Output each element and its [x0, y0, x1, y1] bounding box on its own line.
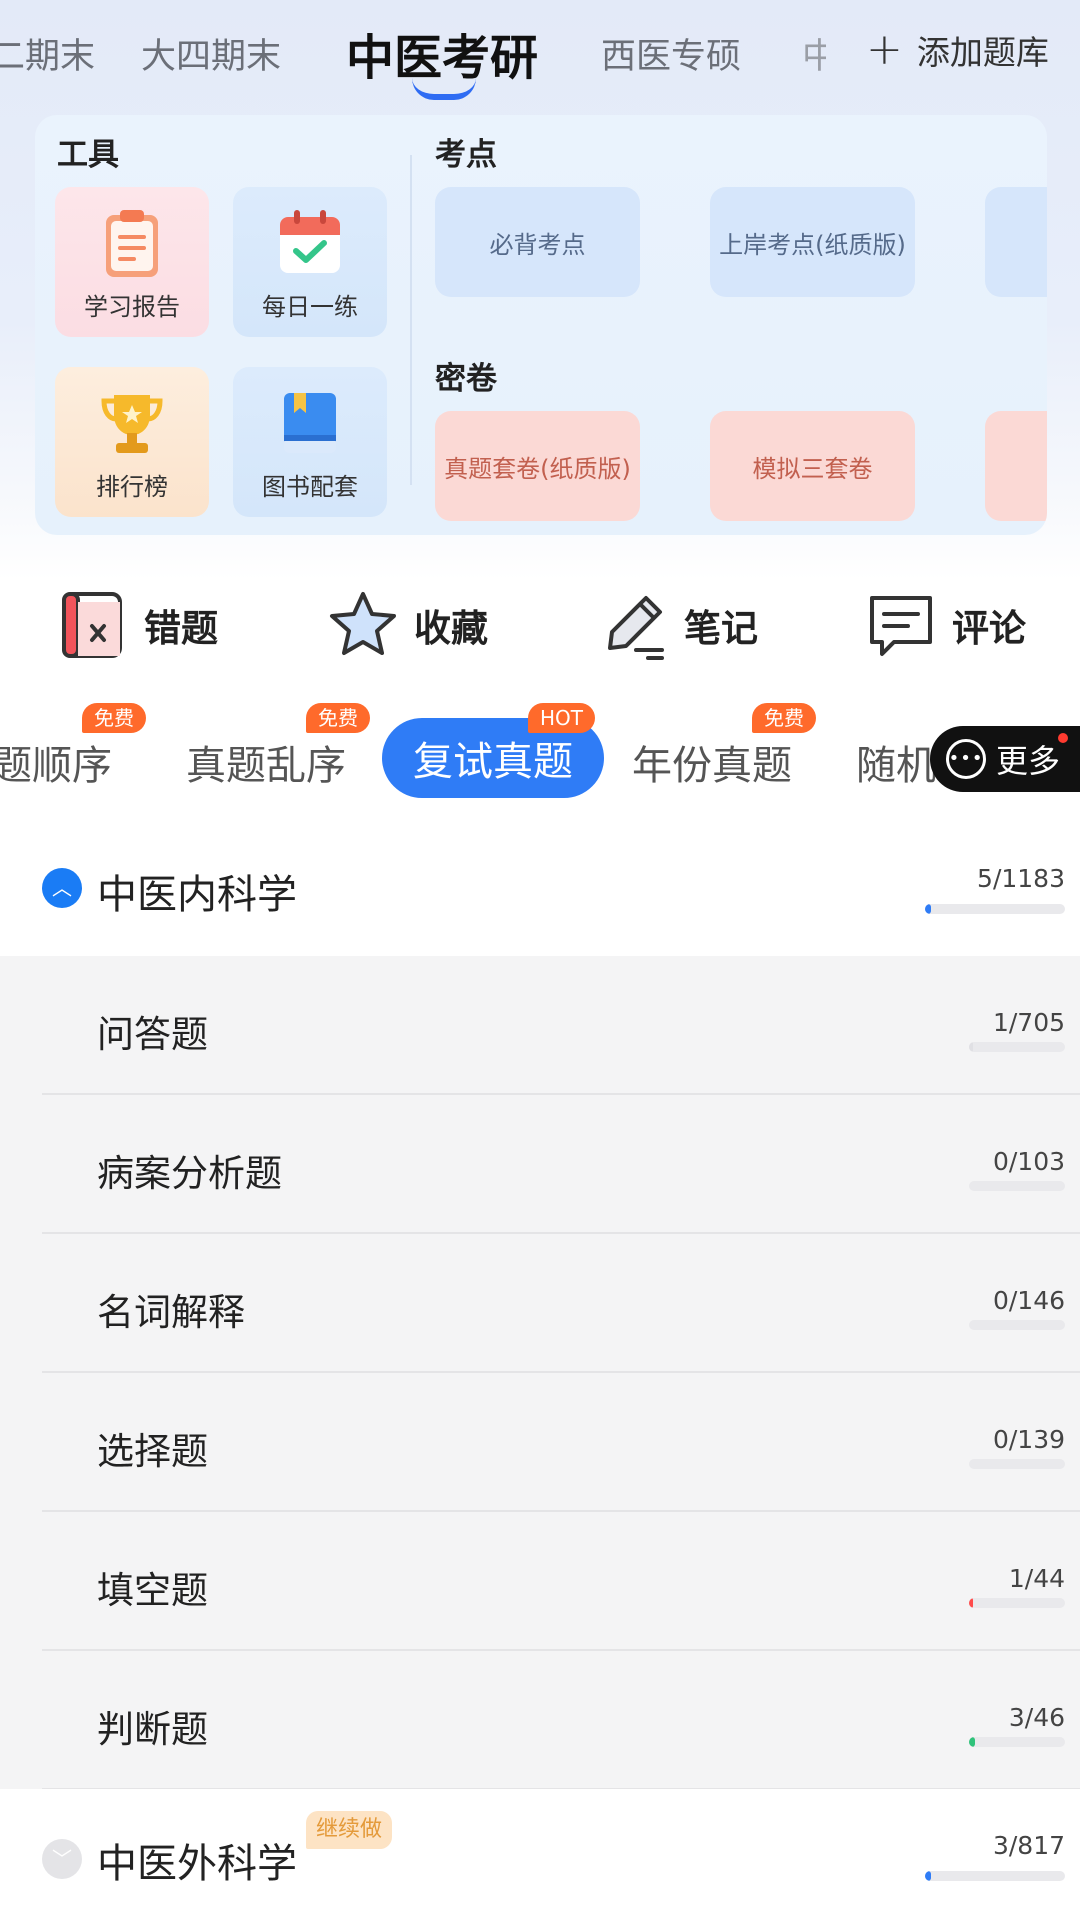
kaodian-title: 考点 [435, 137, 497, 173]
notification-dot [1058, 733, 1068, 743]
add-library-label: 添加题库 [916, 33, 1049, 72]
chip-mock-three[interactable]: 模拟三套卷 [710, 411, 915, 521]
list-item[interactable]: 选择题 0/139 [0, 1373, 1080, 1512]
subitem-title: 病案分析题 [97, 1152, 282, 1195]
hot-badge: HOT [528, 703, 595, 733]
subitem-count: 0/103 [992, 1147, 1065, 1176]
more-dots-icon: ••• [946, 739, 986, 779]
star-icon [330, 592, 396, 655]
subitem-count: 0/139 [992, 1425, 1065, 1454]
chip-partial[interactable] [985, 411, 1047, 521]
calendar-check-icon [280, 210, 340, 273]
chevron-up-icon[interactable]: ︿ [42, 868, 82, 908]
category-tabs: 二期末 大四期末 中医考研 西医专硕 中 + 添加题库 [0, 0, 1080, 110]
subitem-count: 1/705 [992, 1008, 1065, 1037]
chapter-progress [925, 904, 1065, 914]
chip-must-memorize[interactable]: 必背考点 [435, 187, 640, 297]
chip-partial[interactable] [985, 187, 1047, 297]
chapter-title: 中医外科学 [97, 1841, 297, 1887]
subitem-title: 填空题 [97, 1569, 208, 1612]
free-badge: 免费 [306, 703, 370, 733]
tool-label: 图书配套 [262, 473, 358, 501]
tab-xiyi-zhuanshuo[interactable]: 西医专硕 [601, 28, 741, 79]
chip-paper-kaodian[interactable]: 上岸考点(纸质版) [710, 187, 915, 297]
continue-badge: 继续做 [306, 1811, 393, 1849]
subitem-progress [969, 1320, 1065, 1330]
list-item[interactable]: 病案分析题 0/103 [0, 1095, 1080, 1234]
chapter-title: 中医内科学 [97, 872, 297, 918]
tool-label: 学习报告 [84, 293, 180, 321]
tool-daily-practice[interactable]: 每日一练 [233, 187, 387, 337]
tool-label: 每日一练 [262, 293, 358, 321]
subitem-count: 0/146 [992, 1286, 1065, 1315]
subitem-progress [969, 1042, 1065, 1052]
quick-favorites[interactable]: 收藏 [326, 588, 488, 662]
mijuan-title: 密卷 [435, 361, 497, 397]
chapter-count: 5/1183 [977, 864, 1065, 893]
tab-edge-left[interactable]: 二期末 [0, 28, 95, 79]
chapter-row[interactable]: ﹀ 中医外科学 3/817 [0, 1789, 1080, 1927]
active-tab-indicator [412, 78, 476, 100]
subitem-progress [969, 1181, 1065, 1191]
quick-label: 笔记 [684, 607, 758, 650]
clipboard-report-icon [106, 210, 158, 277]
tab-edge-right[interactable]: 中 [802, 28, 826, 79]
quick-wrong-questions[interactable]: 错题 [56, 588, 218, 662]
mode-tab-by-year[interactable]: 年份真题 [632, 733, 792, 791]
subitem-count: 3/46 [1008, 1703, 1065, 1732]
free-badge: 免费 [752, 703, 816, 733]
tab-dasi-qimo[interactable]: 大四期末 [141, 28, 281, 79]
quick-label: 评论 [952, 607, 1026, 650]
comment-icon [870, 596, 932, 656]
panel-divider [410, 155, 412, 485]
chip-real-exam-sets[interactable]: 真题套卷(纸质版) [435, 411, 640, 521]
add-library-button[interactable]: + 添加题库 [866, 26, 1049, 74]
tool-label: 排行榜 [96, 473, 168, 501]
chapter-progress [925, 1871, 1065, 1881]
quick-notes[interactable]: 笔记 [596, 588, 758, 662]
plus-icon: + [866, 24, 903, 75]
quick-label: 错题 [144, 607, 218, 650]
subitem-title: 选择题 [97, 1430, 208, 1473]
tools-panel: 工具 考点 密卷 学习报告 每日一练 排行榜 图书配套 必背考点 上岸考点(纸质… [35, 115, 1047, 535]
mode-tab-shuffle[interactable]: 真题乱序 [186, 733, 346, 791]
list-item[interactable]: 名词解释 0/146 [0, 1234, 1080, 1373]
mode-tab-order[interactable]: 题顺序 [0, 733, 112, 791]
subitem-title: 问答题 [97, 1013, 208, 1056]
mode-tab-random[interactable]: 随机 [856, 733, 936, 791]
subitem-title: 判断题 [97, 1708, 208, 1751]
chapter-count: 3/817 [992, 1831, 1065, 1860]
list-item[interactable]: 填空题 1/44 [0, 1512, 1080, 1651]
chevron-down-icon[interactable]: ﹀ [42, 1839, 82, 1879]
more-label: 更多 [996, 742, 1061, 780]
pencil-note-icon [608, 596, 664, 660]
wrong-book-icon [62, 592, 122, 658]
tool-leaderboard[interactable]: 排行榜 [55, 367, 209, 517]
trophy-icon [101, 395, 163, 453]
subitem-progress [969, 1598, 1065, 1608]
list-item[interactable]: 判断题 3/46 [0, 1651, 1080, 1790]
subitem-progress [969, 1737, 1065, 1747]
subitem-count: 1/44 [1008, 1564, 1065, 1593]
tools-title: 工具 [57, 137, 119, 173]
subitem-progress [969, 1459, 1065, 1469]
tool-book-companion[interactable]: 图书配套 [233, 367, 387, 517]
subitem-title: 名词解释 [97, 1291, 245, 1334]
book-icon [284, 393, 336, 453]
quick-comments[interactable]: 评论 [864, 588, 1026, 662]
free-badge: 免费 [82, 703, 146, 733]
quick-label: 收藏 [414, 607, 488, 650]
chapter-row[interactable]: ︿ 中医内科学 5/1183 [0, 818, 1080, 956]
subitem-list: 问答题 1/705 病案分析题 0/103 名词解释 0/146 选择题 0/1… [0, 956, 1080, 1790]
tool-study-report[interactable]: 学习报告 [55, 187, 209, 337]
list-item[interactable]: 问答题 1/705 [0, 956, 1080, 1095]
